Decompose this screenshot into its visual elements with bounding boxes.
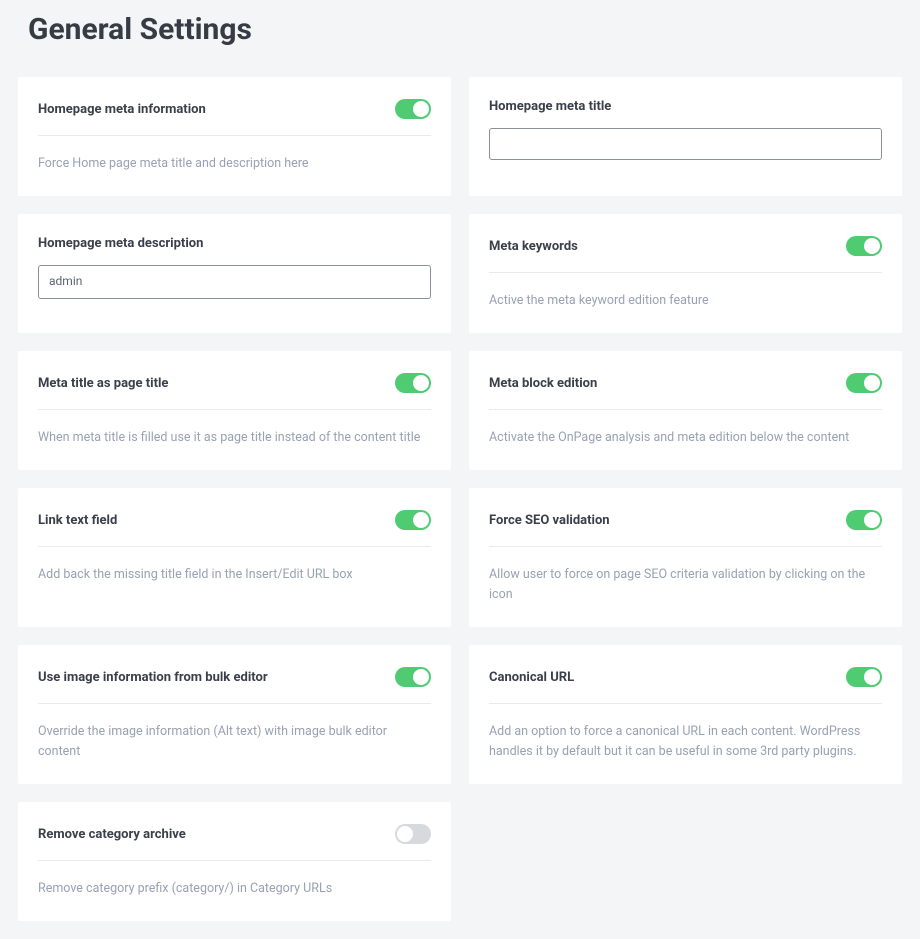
toggle-remove-category-archive[interactable] xyxy=(395,824,431,844)
card-link-text-field: Link text field Add back the missing tit… xyxy=(18,488,451,627)
empty-cell xyxy=(469,802,902,921)
card-title: Homepage meta description xyxy=(38,236,203,251)
card-title: Force SEO validation xyxy=(489,513,610,528)
toggle-meta-title-as-page-title[interactable] xyxy=(395,373,431,393)
card-canonical-url: Canonical URL Add an option to force a c… xyxy=(469,645,902,784)
card-title: Meta title as page title xyxy=(38,376,168,391)
card-homepage-meta-title: Homepage meta title xyxy=(469,77,902,196)
toggle-homepage-meta-info[interactable] xyxy=(395,99,431,119)
toggle-meta-keywords[interactable] xyxy=(846,236,882,256)
card-description: Override the image information (Alt text… xyxy=(38,722,431,762)
homepage-meta-title-input[interactable] xyxy=(489,128,882,160)
card-title: Meta block edition xyxy=(489,376,597,391)
homepage-meta-desc-input[interactable]: admin xyxy=(38,265,431,299)
toggle-use-image-info[interactable] xyxy=(395,667,431,687)
toggle-canonical-url[interactable] xyxy=(846,667,882,687)
card-description: Allow user to force on page SEO criteria… xyxy=(489,565,882,605)
card-meta-keywords: Meta keywords Active the meta keyword ed… xyxy=(469,214,902,333)
page-title: General Settings xyxy=(0,0,920,77)
card-description: Add back the missing title field in the … xyxy=(38,565,431,585)
card-meta-title-as-page-title: Meta title as page title When meta title… xyxy=(18,351,451,470)
card-title: Use image information from bulk editor xyxy=(38,670,268,685)
toggle-force-seo-validation[interactable] xyxy=(846,510,882,530)
card-homepage-meta-info: Homepage meta information Force Home pag… xyxy=(18,77,451,196)
card-title: Remove category archive xyxy=(38,827,186,842)
card-description: Remove category prefix (category/) in Ca… xyxy=(38,879,431,899)
toggle-meta-block-edition[interactable] xyxy=(846,373,882,393)
toggle-link-text-field[interactable] xyxy=(395,510,431,530)
card-use-image-info: Use image information from bulk editor O… xyxy=(18,645,451,784)
card-description: When meta title is filled use it as page… xyxy=(38,428,431,448)
card-title: Link text field xyxy=(38,513,117,528)
card-description: Active the meta keyword edition feature xyxy=(489,291,882,311)
settings-grid: Homepage meta information Force Home pag… xyxy=(0,77,920,939)
card-title: Meta keywords xyxy=(489,239,578,254)
card-title: Homepage meta information xyxy=(38,102,206,117)
card-description: Force Home page meta title and descripti… xyxy=(38,154,431,174)
card-remove-category-archive: Remove category archive Remove category … xyxy=(18,802,451,921)
card-homepage-meta-desc: Homepage meta description admin xyxy=(18,214,451,333)
card-title: Homepage meta title xyxy=(489,99,611,114)
card-title: Canonical URL xyxy=(489,670,574,685)
card-force-seo-validation: Force SEO validation Allow user to force… xyxy=(469,488,902,627)
card-description: Activate the OnPage analysis and meta ed… xyxy=(489,428,882,448)
card-meta-block-edition: Meta block edition Activate the OnPage a… xyxy=(469,351,902,470)
card-description: Add an option to force a canonical URL i… xyxy=(489,722,882,762)
